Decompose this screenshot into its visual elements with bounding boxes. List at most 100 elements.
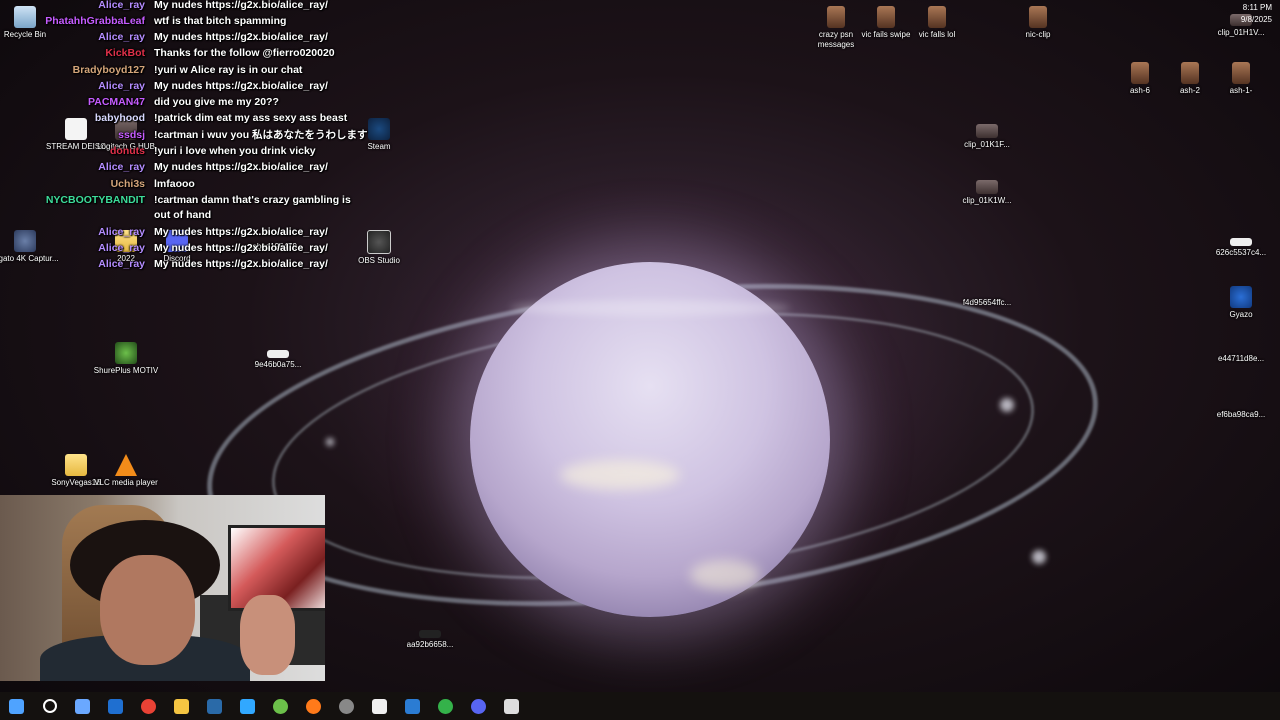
- taskbar: [0, 692, 1280, 720]
- planet-cloud: [560, 460, 680, 490]
- file-icon: [419, 630, 441, 638]
- video-icon: [976, 180, 998, 194]
- taskbar-button-xbox[interactable]: [429, 692, 462, 720]
- desktop-icon-ef6b[interactable]: ef6ba98ca9...: [1205, 410, 1277, 420]
- taskbar-button-file-explorer[interactable]: [165, 692, 198, 720]
- chat-username: KickBot: [105, 47, 145, 59]
- taskbar-button-search[interactable]: [33, 692, 66, 720]
- clock-date: 9/8/2025: [1240, 15, 1272, 24]
- taskbar-button-photoshop[interactable]: [231, 692, 264, 720]
- obs-icon: [339, 698, 354, 714]
- streamer-hand: [240, 595, 295, 675]
- taskbar-button-gamebar[interactable]: [495, 692, 528, 720]
- desktop-icon-nic-clip[interactable]: nic-clip: [1002, 6, 1074, 40]
- chat-text: lmfaooo: [154, 178, 195, 190]
- chat-text: !cartman i wuv you 私はあなたをうわします: [154, 129, 368, 141]
- obs-icon: [367, 230, 391, 254]
- taskbar-button-visio[interactable]: [396, 692, 429, 720]
- search-icon: [42, 699, 57, 713]
- chrome-icon: [141, 698, 156, 714]
- vlc-icon: [115, 454, 137, 476]
- visio-icon: [405, 698, 420, 714]
- video-icon: [928, 6, 946, 28]
- desktop-icon-9e46[interactable]: 9e46b0a75...: [242, 342, 314, 370]
- taskbar-button-start[interactable]: [0, 692, 33, 720]
- chat-username: Alice_ray: [98, 242, 145, 254]
- desktop-icon-ash-1[interactable]: ash-1-: [1205, 62, 1277, 96]
- chat-text: !patrick dim eat my ass sexy ass beast: [154, 112, 348, 124]
- desktop-icon-f4d9[interactable]: f4d95654ffc...: [951, 298, 1023, 308]
- taskbar-button-shure[interactable]: [264, 692, 297, 720]
- chat-text: My nudes https://g2x.bio/alice_ray/: [154, 31, 328, 43]
- chat-username: donuts: [110, 145, 145, 157]
- image-icon: [1181, 62, 1199, 84]
- chat-text: wtf is that bitch spamming: [154, 15, 287, 27]
- chat-username: Alice_ray: [98, 31, 145, 43]
- moon: [1032, 550, 1046, 564]
- chat-username: Alice_ray: [98, 80, 145, 92]
- chat-username: Alice_ray: [98, 0, 145, 11]
- taskbar-button-steam[interactable]: [198, 692, 231, 720]
- chat-text: Thanks for the follow @fierro020020: [154, 47, 335, 59]
- desktop-icon-vic-falls-lol[interactable]: vic falls lol: [901, 6, 973, 40]
- chat-text: My nudes https://g2x.bio/alice_ray/: [154, 226, 328, 238]
- video-icon: [1029, 6, 1047, 28]
- chat-text: My nudes https://g2x.bio/alice_ray/: [154, 0, 328, 11]
- desktop-icon-e447[interactable]: e44711d8e...: [1205, 354, 1277, 364]
- chat-username: Uchi3s: [110, 178, 145, 190]
- clock-time: 8:11 PM: [1242, 3, 1272, 12]
- desktop-icon-aa92[interactable]: aa92b6658...: [394, 622, 466, 650]
- image-icon: [1131, 62, 1149, 84]
- chat-text: My nudes https://g2x.bio/alice_ray/: [154, 242, 328, 254]
- desktop-icon-clip-01k1w[interactable]: clip_01K1W...: [951, 174, 1023, 206]
- desktop-icon-shure[interactable]: ShurePlus MOTIV: [90, 342, 162, 376]
- desktop-icon-clip-01k1f[interactable]: clip_01K1F...: [951, 118, 1023, 150]
- xbox-icon: [438, 698, 453, 714]
- start-icon: [9, 698, 24, 714]
- chat-text: My nudes https://g2x.bio/alice_ray/: [154, 161, 328, 173]
- chat-username: PACMAN47: [88, 96, 145, 108]
- steam-icon: [368, 118, 390, 140]
- discord-icon: [471, 698, 486, 714]
- chat-text: !cartman damn that's crazy gambling is o…: [154, 194, 351, 221]
- gyazo-icon: [1230, 286, 1252, 308]
- webcam-overlay: [0, 495, 325, 681]
- image-icon: [1232, 62, 1250, 84]
- chat-text: !yuri w Alice ray is in our chat: [154, 64, 303, 76]
- chat-username: Alice_ray: [98, 161, 145, 173]
- file-icon: [1230, 238, 1252, 246]
- shure-icon: [273, 698, 288, 714]
- video-icon: [877, 6, 895, 28]
- moon: [326, 438, 334, 446]
- file-explorer-icon: [174, 698, 189, 714]
- chat-username: Bradyboyd127: [72, 64, 145, 76]
- chat-text: My nudes https://g2x.bio/alice_ray/: [154, 80, 328, 92]
- taskbar-button-obs[interactable]: [330, 692, 363, 720]
- chat-username: NYCBOOTYBANDIT: [45, 194, 145, 206]
- gamebar-icon: [504, 698, 519, 714]
- taskbar-button-discord[interactable]: [462, 692, 495, 720]
- file-icon: [267, 350, 289, 358]
- video-icon: [827, 6, 845, 28]
- taskbar-button-firefox[interactable]: [297, 692, 330, 720]
- moon: [1000, 398, 1014, 412]
- chat-text: !yuri i love when you drink vicky: [154, 145, 316, 157]
- chat-username: Alice_ray: [98, 258, 145, 270]
- copilot-icon: [75, 698, 90, 714]
- chat-text: My nudes https://g2x.bio/alice_ray/: [154, 258, 328, 270]
- desktop-icon-gyazo[interactable]: Gyazo: [1205, 286, 1277, 320]
- taskbar-button-outlook[interactable]: [99, 692, 132, 720]
- desktop-icon-626c[interactable]: 626c5537c4...: [1205, 230, 1277, 258]
- taskbar-button-store[interactable]: [363, 692, 396, 720]
- outlook-icon: [108, 698, 123, 714]
- video-icon: [976, 124, 998, 138]
- steam-icon: [207, 698, 222, 714]
- firefox-icon: [306, 698, 321, 714]
- desktop-icon-vlc[interactable]: VLC media player: [90, 454, 162, 488]
- taskbar-button-copilot[interactable]: [66, 692, 99, 720]
- taskbar-clock[interactable]: 8:11 PM 9/8/2025: [1241, 2, 1272, 26]
- taskbar-button-chrome[interactable]: [132, 692, 165, 720]
- chat-username: Alice_ray: [98, 226, 145, 238]
- streamer-face: [100, 555, 195, 665]
- chat-text: did you give me my 20??: [154, 96, 279, 108]
